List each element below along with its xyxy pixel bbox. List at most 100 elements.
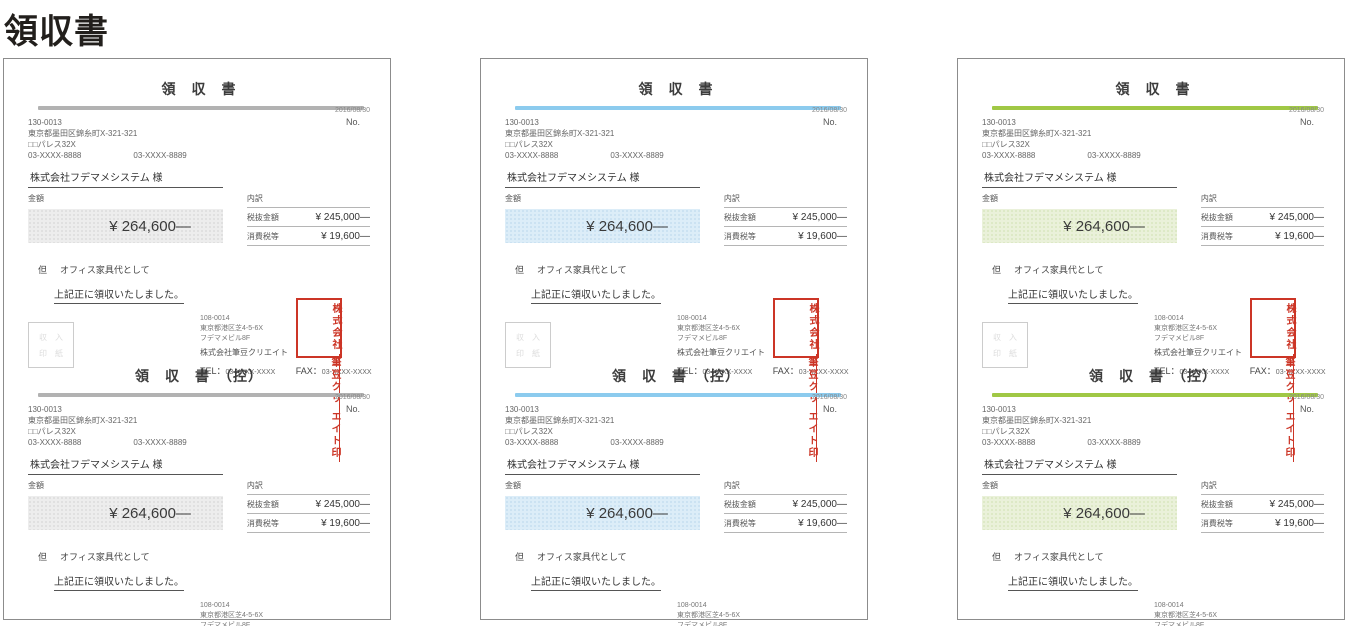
amount-section: 金額 ¥ 264,600— 内訳 税抜金額 ¥ 245,000— 消費税等 ¥ … [982, 193, 1324, 246]
payer-phone-1: 03-XXXX-8888 [982, 151, 1035, 162]
breakdown-item-label: 消費税等 [247, 518, 279, 529]
issuer-building: フデマメビル8F [200, 334, 372, 344]
issuer-address: 東京都港区芝4-5-6X [677, 611, 849, 621]
proviso-label: 但 [38, 263, 47, 276]
receipt-statement: 上記正に領収いたしました。 [531, 286, 661, 304]
breakdown-item-value: ¥ 19,600— [798, 518, 847, 529]
payer-phone-2: 03-XXXX-8889 [1087, 438, 1140, 449]
payer-building: □□パレス32X [982, 140, 1324, 151]
issue-date: 2016/08/30 [335, 394, 370, 401]
issuer-address-block: 108-0014 東京都港区芝4-5-6X フデマメビル8F 株式会社筆豆クリエ… [1154, 601, 1326, 626]
meta-block: 2016/08/30 No. [335, 394, 370, 414]
payer-postal-code: 130-0013 [982, 405, 1324, 416]
payer-address: 東京都墨田区錦糸町X-321-321 [28, 416, 370, 427]
breakdown-item-label: 消費税等 [247, 231, 279, 242]
breakdown-item-label: 税抜金額 [247, 212, 279, 223]
breakdown-item-value: ¥ 245,000— [793, 212, 848, 223]
breakdown-item-value: ¥ 245,000— [316, 499, 371, 510]
issuer-address: 東京都港区芝4-5-6X [1154, 611, 1326, 621]
receipt-copy-section: 領 収 書 （控） 2016/08/30 No. 130-0013 東京都墨田区… [481, 346, 867, 621]
meta-block: 2016/08/30 No. [812, 107, 847, 127]
breakdown-row-consumption-tax: 消費税等 ¥ 19,600— [247, 514, 370, 533]
payer-address: 東京都墨田区錦糸町X-321-321 [505, 129, 847, 140]
payer-address-block: 130-0013 東京都墨田区錦糸町X-321-321 □□パレス32X 03-… [982, 405, 1324, 449]
issue-date: 2016/08/30 [335, 107, 370, 114]
receipt-main-section: 領 収 書 2016/08/30 No. 130-0013 東京都墨田区錦糸町X… [958, 59, 1344, 346]
issuer-section: 108-0014 東京都港区芝4-5-6X フデマメビル8F 株式会社筆豆クリエ… [505, 601, 847, 626]
issuer-section: 108-0014 東京都港区芝4-5-6X フデマメビル8F 株式会社筆豆クリエ… [982, 601, 1324, 626]
stamp-char: 入 [532, 332, 540, 343]
issuer-address: 東京都港区芝4-5-6X [200, 611, 372, 621]
breakdown-item-label: 税抜金額 [1201, 499, 1233, 510]
accent-underline [992, 393, 1318, 397]
issue-date: 2016/08/30 [1289, 107, 1324, 114]
total-amount: ¥ 264,600— [982, 209, 1177, 243]
payer-phone-1: 03-XXXX-8888 [28, 151, 81, 162]
issuer-postal-code: 108-0014 [1154, 601, 1326, 611]
accent-underline [38, 393, 364, 397]
payer-phone-2: 03-XXXX-8889 [1087, 151, 1140, 162]
payer-name: 株式会社フデマメシステム 様 [982, 454, 1177, 475]
receipt-statement: 上記正に領収いたしました。 [1008, 286, 1138, 304]
meta-block: 2016/08/30 No. [1289, 394, 1324, 414]
receipt-main-section: 領 収 書 2016/08/30 No. 130-0013 東京都墨田区錦糸町X… [481, 59, 867, 346]
receipt-card-gray[interactable]: 領 収 書 2016/08/30 No. 130-0013 東京都墨田区錦糸町X… [3, 58, 391, 620]
receipt-number-label: No. [812, 117, 847, 127]
receipt-number-label: No. [1289, 404, 1324, 414]
payer-phone-1: 03-XXXX-8888 [28, 438, 81, 449]
total-amount: ¥ 264,600— [28, 496, 223, 530]
issuer-postal-code: 108-0014 [677, 314, 849, 324]
breakdown-item-label: 消費税等 [724, 231, 756, 242]
proviso-label: 但 [992, 263, 1001, 276]
page-title: 領収書 [4, 4, 1360, 58]
accent-underline [992, 106, 1318, 110]
stamp-char: 収 [516, 332, 524, 343]
meta-block: 2016/08/30 No. [335, 107, 370, 127]
breakdown-label: 内訳 [724, 480, 847, 495]
amount-section: 金額 ¥ 264,600— 内訳 税抜金額 ¥ 245,000— 消費税等 ¥ … [28, 193, 370, 246]
proviso-line: 但 オフィス家具代として [28, 263, 370, 276]
issuer-address: 東京都港区芝4-5-6X [677, 324, 849, 334]
issuer-building: フデマメビル8F [200, 621, 372, 626]
breakdown-item-value: ¥ 19,600— [1275, 518, 1324, 529]
amount-label: 金額 [505, 193, 700, 204]
meta-block: 2016/08/30 No. [812, 394, 847, 414]
payer-building: □□パレス32X [28, 140, 370, 151]
template-gallery: 領 収 書 2016/08/30 No. 130-0013 東京都墨田区錦糸町X… [0, 58, 1360, 620]
breakdown-item-value: ¥ 245,000— [1270, 499, 1325, 510]
breakdown-item-label: 税抜金額 [724, 212, 756, 223]
amount-section: 金額 ¥ 264,600— 内訳 税抜金額 ¥ 245,000— 消費税等 ¥ … [28, 480, 370, 533]
receipt-copy-title: 領 収 書 （控） [982, 346, 1324, 386]
total-amount: ¥ 264,600— [505, 209, 700, 243]
payer-phone-1: 03-XXXX-8888 [505, 438, 558, 449]
meta-block: 2016/08/30 No. [1289, 107, 1324, 127]
issue-date: 2016/08/30 [1289, 394, 1324, 401]
breakdown-item-label: 消費税等 [1201, 518, 1233, 529]
amount-label: 金額 [982, 480, 1177, 491]
breakdown-row-consumption-tax: 消費税等 ¥ 19,600— [724, 514, 847, 533]
receipt-card-blue[interactable]: 領 収 書 2016/08/30 No. 130-0013 東京都墨田区錦糸町X… [480, 58, 868, 620]
breakdown-row-consumption-tax: 消費税等 ¥ 19,600— [1201, 514, 1324, 533]
issuer-building: フデマメビル8F [677, 621, 849, 626]
breakdown-row-tax-excluded: 税抜金額 ¥ 245,000— [724, 495, 847, 514]
issuer-section: 108-0014 東京都港区芝4-5-6X フデマメビル8F 株式会社筆豆クリエ… [28, 601, 370, 626]
payer-building: □□パレス32X [982, 427, 1324, 438]
total-amount: ¥ 264,600— [28, 209, 223, 243]
payer-phone-1: 03-XXXX-8888 [982, 438, 1035, 449]
receipt-copy-section: 領 収 書 （控） 2016/08/30 No. 130-0013 東京都墨田区… [4, 346, 390, 621]
receipt-copy-section: 領 収 書 （控） 2016/08/30 No. 130-0013 東京都墨田区… [958, 346, 1344, 621]
payer-postal-code: 130-0013 [505, 405, 847, 416]
total-amount: ¥ 264,600— [982, 496, 1177, 530]
breakdown-label: 内訳 [247, 480, 370, 495]
issuer-address-block: 108-0014 東京都港区芝4-5-6X フデマメビル8F 株式会社筆豆クリエ… [200, 601, 372, 626]
breakdown-label: 内訳 [724, 193, 847, 208]
stamp-char: 収 [993, 332, 1001, 343]
issuer-building: フデマメビル8F [1154, 621, 1326, 626]
receipt-card-green[interactable]: 領 収 書 2016/08/30 No. 130-0013 東京都墨田区錦糸町X… [957, 58, 1345, 620]
breakdown-item-label: 消費税等 [724, 518, 756, 529]
breakdown-label: 内訳 [1201, 193, 1324, 208]
receipt-statement: 上記正に領収いたしました。 [531, 573, 661, 591]
breakdown-item-label: 税抜金額 [724, 499, 756, 510]
breakdown-row-tax-excluded: 税抜金額 ¥ 245,000— [247, 495, 370, 514]
accent-underline [515, 393, 841, 397]
